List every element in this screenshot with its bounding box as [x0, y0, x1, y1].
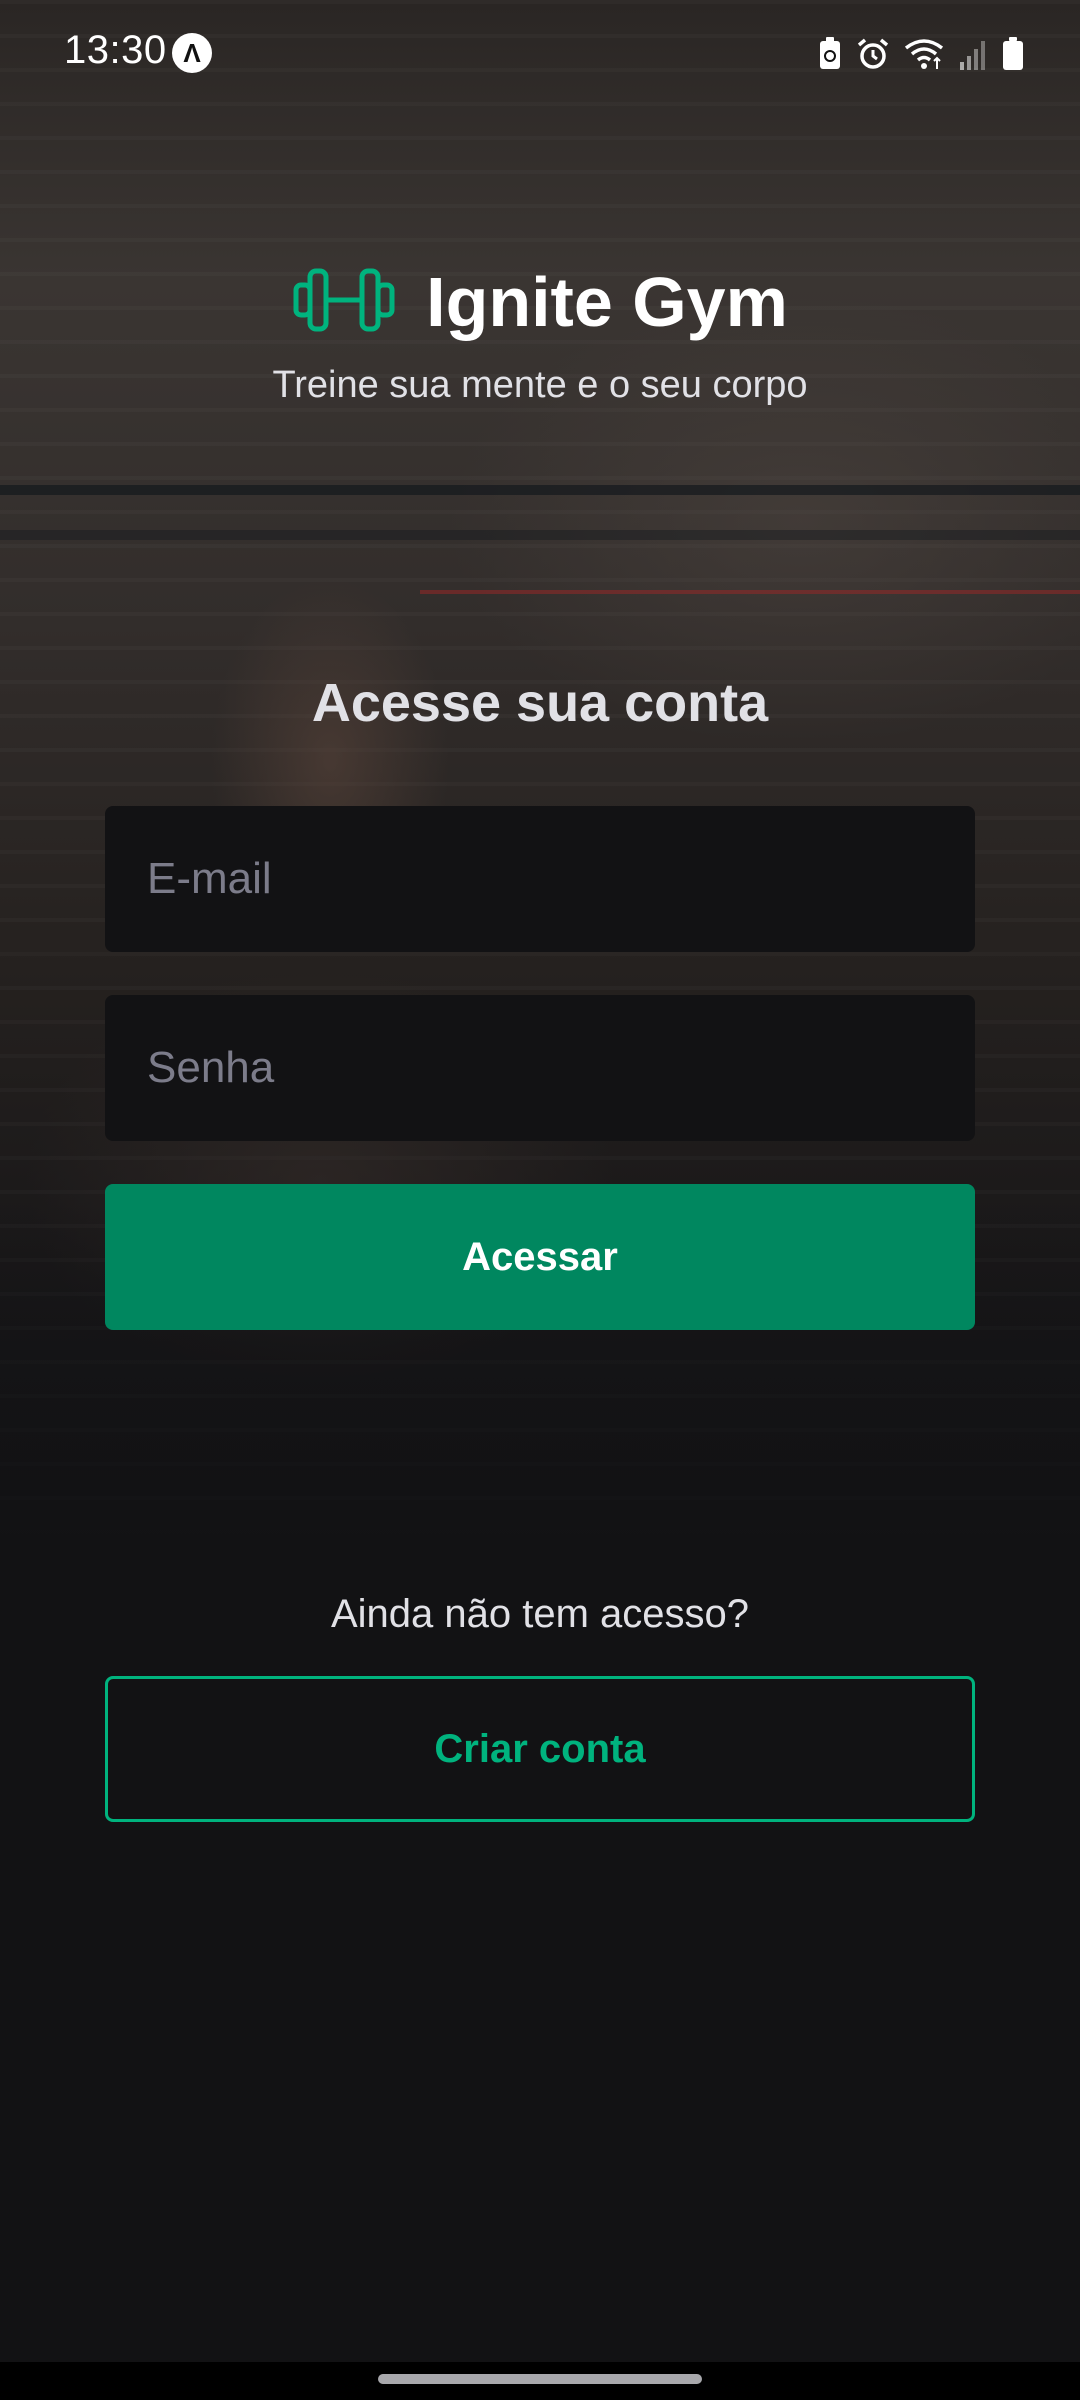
background-beam [0, 530, 1080, 540]
app-title: Ignite Gym [426, 263, 788, 341]
recycle-battery-icon [818, 37, 842, 71]
home-indicator[interactable] [378, 2374, 702, 2384]
battery-icon [1002, 37, 1024, 71]
login-screen: 13:30 Λ Ignite Gym Treine sua mente e o … [0, 0, 1080, 2400]
background-red-bar [420, 590, 1080, 594]
signal-icon [958, 38, 988, 70]
status-time: 13:30 [64, 28, 167, 72]
status-bar: 13:30 Λ [0, 0, 1080, 110]
dumbbell-icon [292, 265, 396, 340]
app-notification-icon: Λ [172, 33, 212, 73]
login-form-title: Acesse sua conta [311, 673, 769, 733]
app-tagline: Treine sua mente e o seu corpo [272, 364, 808, 406]
status-icons [818, 34, 1024, 74]
alarm-icon [856, 37, 890, 71]
create-account-button[interactable]: Criar conta [105, 1676, 975, 1822]
app-header: Ignite Gym [0, 262, 1080, 342]
login-button[interactable]: Acessar [105, 1184, 975, 1330]
password-field[interactable] [105, 995, 975, 1141]
wifi-icon [904, 38, 944, 70]
background-beam [0, 485, 1080, 495]
email-field[interactable] [105, 806, 975, 952]
signup-prompt: Ainda não tem acesso? [330, 1592, 750, 1636]
